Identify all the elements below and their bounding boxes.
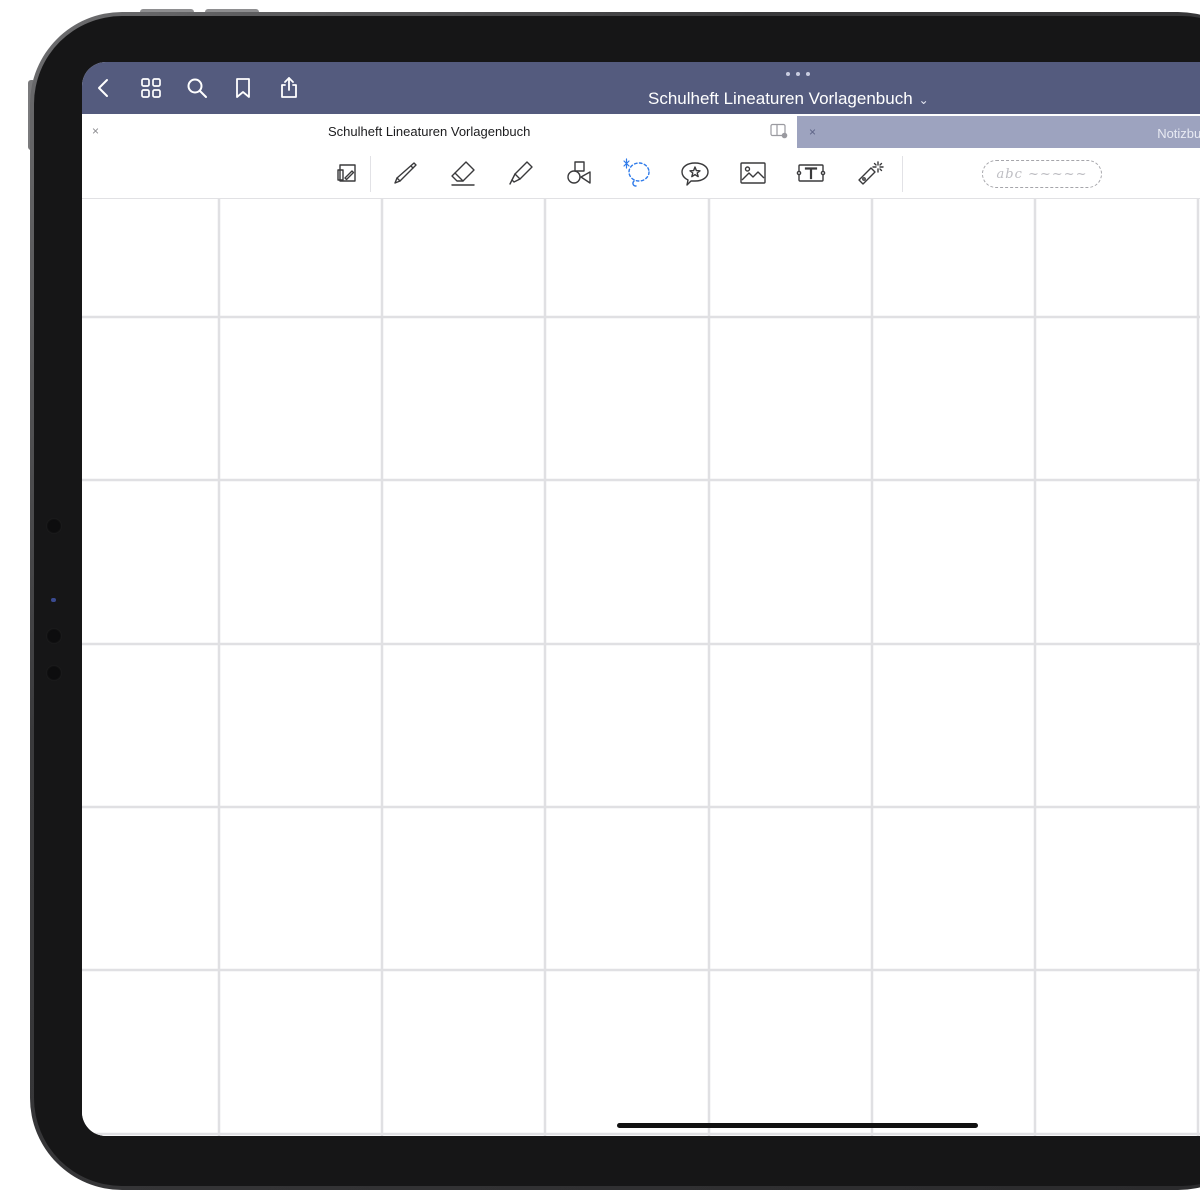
tab-label: Schulheft Lineaturen Vorlagenbuch — [328, 124, 531, 139]
search-icon[interactable] — [183, 74, 211, 102]
split-view-icon[interactable] — [770, 123, 788, 139]
share-icon[interactable] — [275, 74, 303, 102]
tab-close-icon[interactable]: × — [809, 125, 816, 139]
tab-inactive[interactable]: × Notizbuch — [797, 116, 1200, 148]
tab-label: Notizbuch — [1157, 126, 1200, 141]
notebook-page-canvas[interactable] — [82, 199, 1200, 1136]
app-screen: Schulheft Lineaturen Vorlagenbuch ⌄ × Sch… — [82, 62, 1200, 1136]
ipad-device-frame: Schulheft Lineaturen Vorlagenbuch ⌄ × Sch… — [0, 0, 1200, 1200]
image-icon[interactable] — [736, 158, 770, 188]
bookmark-icon[interactable] — [229, 74, 257, 102]
front-camera-lens — [46, 628, 62, 644]
shapes-icon[interactable] — [562, 158, 596, 188]
front-camera-sensor — [46, 518, 62, 534]
toolbar-divider — [370, 156, 371, 192]
highlighter-icon[interactable] — [504, 158, 538, 188]
document-title-menu[interactable]: Schulheft Lineaturen Vorlagenbuch ⌄ — [648, 89, 929, 109]
chevron-down-icon: ⌄ — [918, 93, 929, 107]
text-box-icon[interactable] — [794, 158, 828, 188]
lasso-icon[interactable] — [620, 158, 654, 188]
eraser-icon[interactable] — [446, 158, 480, 188]
home-indicator[interactable] — [617, 1123, 978, 1128]
document-title: Schulheft Lineaturen Vorlagenbuch — [648, 89, 913, 108]
tab-bar: × Schulheft Lineaturen Vorlagenbuch × No… — [82, 114, 1200, 148]
drawing-toolbar: abc ~~~~~ — [82, 148, 1200, 199]
front-camera-sensor-2 — [46, 665, 62, 681]
toolbar-divider — [902, 156, 903, 192]
tab-active[interactable]: × Schulheft Lineaturen Vorlagenbuch — [82, 114, 797, 148]
read-only-mode-icon[interactable] — [330, 158, 364, 188]
pen-icon[interactable] — [388, 158, 422, 188]
navigation-bar: Schulheft Lineaturen Vorlagenbuch ⌄ — [82, 62, 1200, 114]
elements-sticker-icon[interactable] — [678, 158, 712, 188]
handwriting-recognition-pill[interactable]: abc ~~~~~ — [982, 160, 1102, 188]
tab-close-icon[interactable]: × — [92, 124, 99, 138]
back-chevron-icon[interactable] — [90, 74, 118, 102]
grid-view-icon[interactable] — [137, 74, 165, 102]
camera-led — [51, 598, 56, 602]
grid-template — [82, 199, 1200, 1136]
multitasking-dots-icon[interactable] — [786, 70, 810, 78]
laser-pointer-icon[interactable] — [852, 158, 886, 188]
